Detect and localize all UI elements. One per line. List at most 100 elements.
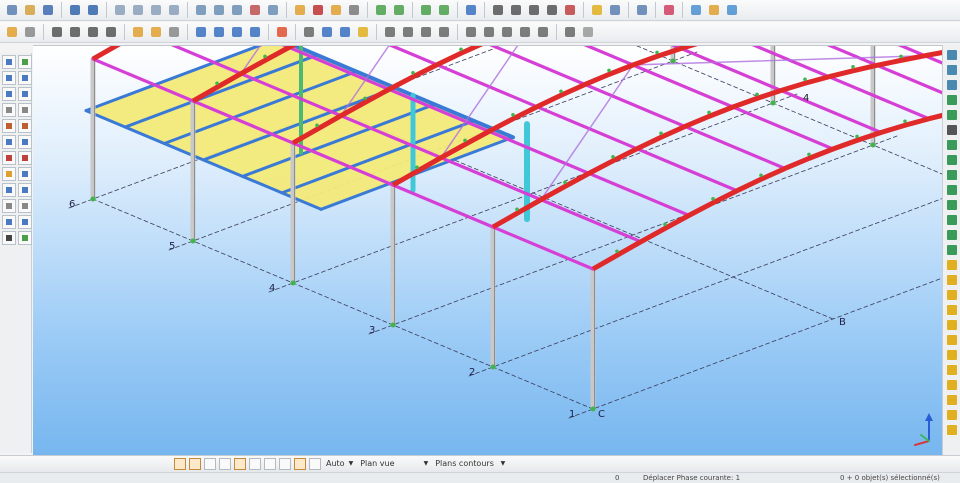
- display-bars-icon[interactable]: [189, 457, 201, 470]
- combination-icon[interactable]: [607, 2, 623, 18]
- extend-icon[interactable]: [481, 24, 497, 40]
- 3d-viewport[interactable]: 123456CBA466A: [33, 45, 942, 455]
- paste-icon[interactable]: [130, 2, 146, 18]
- show-icon[interactable]: [18, 199, 32, 213]
- opening-icon[interactable]: [337, 24, 353, 40]
- view-xy-icon[interactable]: [2, 135, 16, 149]
- layer-20-icon[interactable]: [946, 424, 958, 436]
- load-area-icon[interactable]: [355, 24, 371, 40]
- display-labels-icon[interactable]: [294, 457, 306, 470]
- view-mode-dropdown[interactable]: Plan vue ▼: [358, 457, 430, 470]
- info-icon[interactable]: [724, 2, 740, 18]
- table-view-icon[interactable]: [2, 215, 16, 229]
- snap-icon[interactable]: [418, 2, 434, 18]
- display-grid-icon[interactable]: [309, 457, 321, 470]
- contours-mode-dropdown[interactable]: Plans contours ▼: [433, 457, 507, 470]
- target-icon[interactable]: [580, 24, 596, 40]
- layer-12-icon[interactable]: [946, 304, 958, 316]
- move-icon[interactable]: [382, 24, 398, 40]
- zoom-mode-dropdown[interactable]: Auto ▼: [324, 457, 355, 470]
- node-icon[interactable]: [22, 24, 38, 40]
- release-icon[interactable]: [166, 24, 182, 40]
- arrow-left-icon[interactable]: [946, 94, 958, 106]
- view-right-icon[interactable]: [946, 79, 958, 91]
- grid-icon[interactable]: [436, 2, 452, 18]
- cable-icon[interactable]: [247, 24, 263, 40]
- polyline-icon[interactable]: [67, 24, 83, 40]
- table-icon[interactable]: [265, 2, 281, 18]
- layer-17-icon[interactable]: [946, 379, 958, 391]
- layer-3-icon[interactable]: [946, 169, 958, 181]
- select-icon[interactable]: [373, 2, 389, 18]
- display-supports-icon[interactable]: [234, 457, 246, 470]
- new-icon[interactable]: [4, 2, 20, 18]
- layer-18-icon[interactable]: [946, 394, 958, 406]
- arrow-right-icon[interactable]: [946, 109, 958, 121]
- layer-2-icon[interactable]: [946, 154, 958, 166]
- layer-5-icon[interactable]: [946, 199, 958, 211]
- layer-13-icon[interactable]: [946, 319, 958, 331]
- help-icon[interactable]: [706, 2, 722, 18]
- brace-icon[interactable]: [229, 24, 245, 40]
- redraw-icon[interactable]: [2, 167, 16, 181]
- mirror-icon[interactable]: [418, 24, 434, 40]
- layer-1-icon[interactable]: [946, 139, 958, 151]
- orbit-icon[interactable]: [18, 119, 32, 133]
- arc-icon[interactable]: [85, 24, 101, 40]
- display-sections-icon[interactable]: [249, 457, 261, 470]
- dimension-v-icon[interactable]: [526, 2, 542, 18]
- view-xz-icon[interactable]: [18, 135, 32, 149]
- redo-icon[interactable]: [85, 2, 101, 18]
- offset-icon[interactable]: [562, 24, 578, 40]
- plate-icon[interactable]: [274, 24, 290, 40]
- mesh-icon[interactable]: [301, 24, 317, 40]
- layer-9-icon[interactable]: [946, 259, 958, 271]
- report-icon[interactable]: [634, 2, 650, 18]
- layer-16-icon[interactable]: [946, 364, 958, 376]
- design-icon[interactable]: [661, 2, 677, 18]
- line-icon[interactable]: [49, 24, 65, 40]
- display-panels-icon[interactable]: [204, 457, 216, 470]
- node-select-icon[interactable]: [2, 71, 16, 85]
- open-icon[interactable]: [22, 2, 38, 18]
- circle-icon[interactable]: [103, 24, 119, 40]
- hide-icon[interactable]: [2, 199, 16, 213]
- dropdown-icon[interactable]: [2, 231, 16, 245]
- filter-icon[interactable]: [391, 2, 407, 18]
- display-releases-icon[interactable]: [264, 457, 276, 470]
- calc-icon[interactable]: [292, 2, 308, 18]
- display-icon[interactable]: [2, 183, 16, 197]
- view-yz-icon[interactable]: [2, 151, 16, 165]
- zoom-window-icon[interactable]: [18, 87, 32, 101]
- hinge-icon[interactable]: [148, 24, 164, 40]
- angle-icon[interactable]: [544, 2, 560, 18]
- layout-icon[interactable]: [229, 2, 245, 18]
- layer-6-icon[interactable]: [946, 214, 958, 226]
- display-axes-icon[interactable]: [279, 457, 291, 470]
- merge-icon[interactable]: [535, 24, 551, 40]
- tag-icon[interactable]: [562, 2, 578, 18]
- load-icon[interactable]: [589, 2, 605, 18]
- select-window-icon[interactable]: [18, 55, 32, 69]
- structure-model[interactable]: 123456CBA466A: [33, 46, 942, 455]
- view-front-icon[interactable]: [946, 49, 958, 61]
- copy-icon[interactable]: [112, 2, 128, 18]
- display-options-icon[interactable]: [18, 183, 32, 197]
- results-icon[interactable]: [310, 2, 326, 18]
- bar-select-icon[interactable]: [18, 71, 32, 85]
- layer-7-icon[interactable]: [946, 229, 958, 241]
- zoom-in-icon[interactable]: [2, 103, 16, 117]
- split-icon[interactable]: [463, 24, 479, 40]
- zoom-out-icon[interactable]: [18, 103, 32, 117]
- display-nodes-icon[interactable]: [174, 457, 186, 470]
- settings-icon[interactable]: [346, 2, 362, 18]
- print-icon[interactable]: [148, 2, 164, 18]
- dimension-h-icon[interactable]: [508, 2, 524, 18]
- scale-icon[interactable]: [436, 24, 452, 40]
- save-icon[interactable]: [40, 2, 56, 18]
- layer-14-icon[interactable]: [946, 334, 958, 346]
- window-icon[interactable]: [211, 2, 227, 18]
- legend-icon[interactable]: [18, 215, 32, 229]
- section-icon[interactable]: [4, 24, 20, 40]
- view-top-icon[interactable]: [946, 64, 958, 76]
